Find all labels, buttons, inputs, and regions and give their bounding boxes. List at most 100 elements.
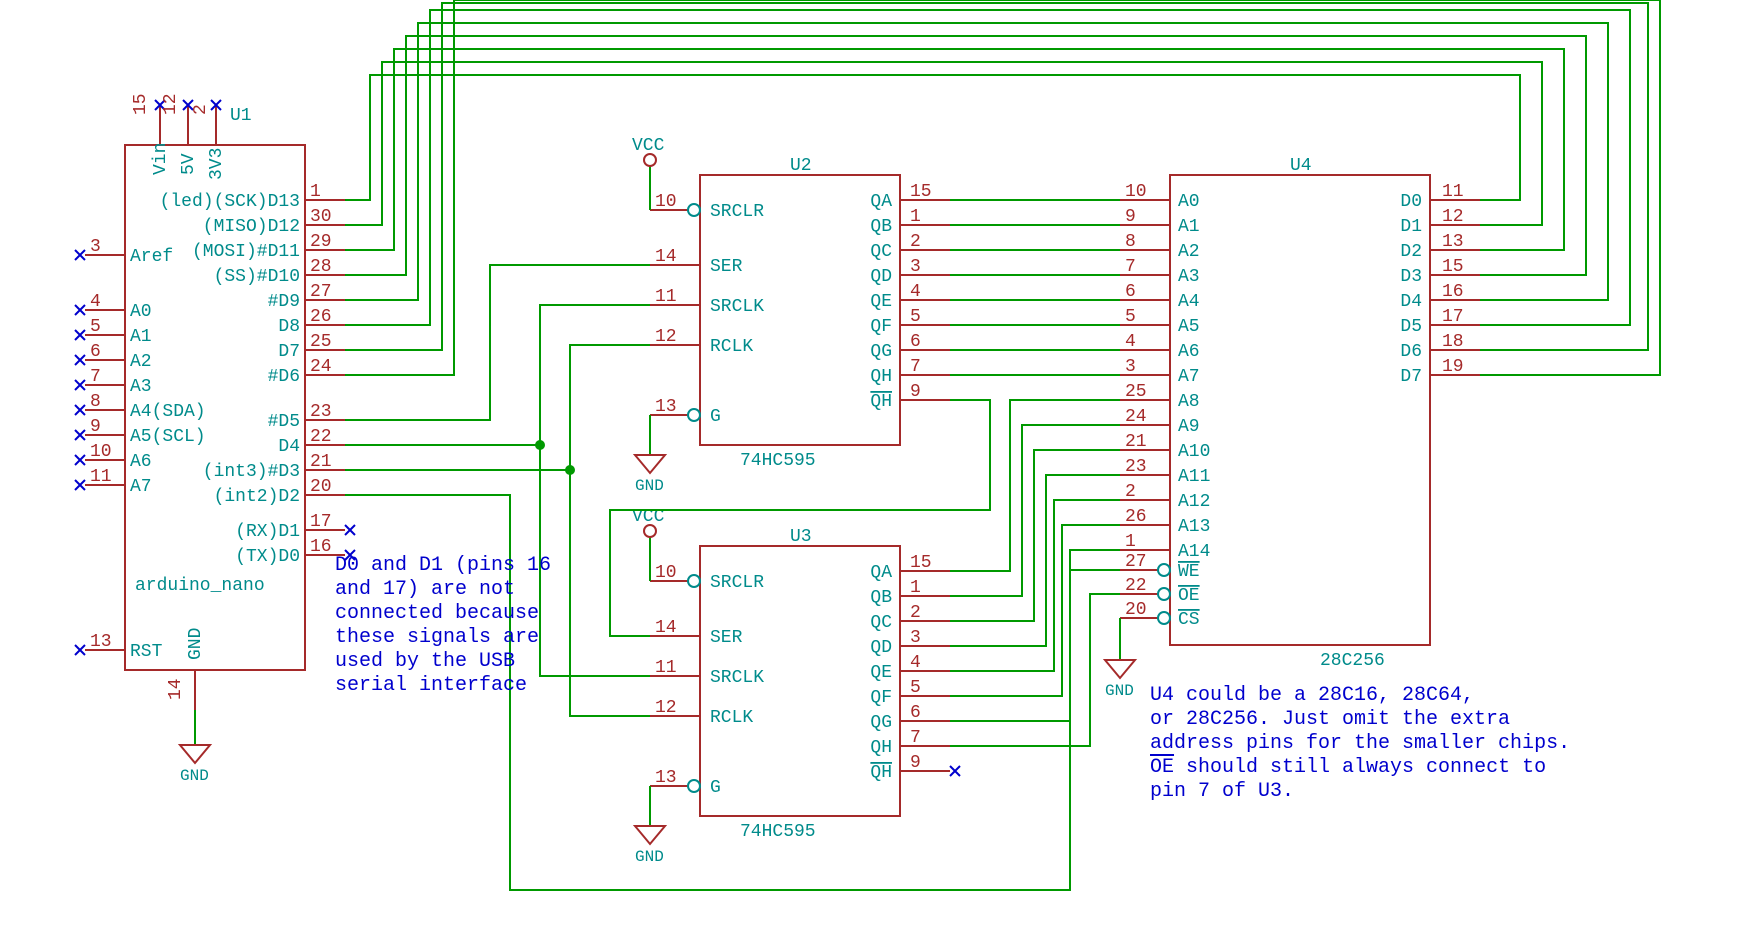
- svg-text:A2: A2: [130, 352, 152, 372]
- svg-text:29: 29: [310, 232, 332, 252]
- svg-text:A6: A6: [1178, 342, 1200, 362]
- svg-text:11: 11: [655, 658, 677, 678]
- svg-text:14: 14: [655, 247, 677, 267]
- svg-text:7: 7: [910, 728, 921, 748]
- svg-text:4: 4: [90, 292, 101, 312]
- svg-text:SRCLR: SRCLR: [710, 573, 764, 593]
- svg-text:D7: D7: [1400, 367, 1422, 387]
- svg-text:9: 9: [910, 382, 921, 402]
- svg-text:10: 10: [1125, 182, 1147, 202]
- svg-text:U4: U4: [1290, 156, 1312, 176]
- svg-text:QH: QH: [870, 763, 892, 783]
- svg-text:17: 17: [1442, 307, 1464, 327]
- svg-text:QH: QH: [870, 738, 892, 758]
- svg-text:CS: CS: [1178, 610, 1200, 630]
- svg-text:U1: U1: [230, 106, 252, 126]
- svg-text:15: 15: [131, 93, 151, 115]
- svg-text:22: 22: [1125, 576, 1147, 596]
- svg-text:15: 15: [910, 182, 932, 202]
- svg-text:25: 25: [1125, 382, 1147, 402]
- svg-text:3: 3: [910, 628, 921, 648]
- svg-text:6: 6: [910, 332, 921, 352]
- svg-text:and 17) are not: and 17) are not: [335, 578, 515, 601]
- svg-text:5: 5: [90, 317, 101, 337]
- svg-text:QD: QD: [870, 267, 892, 287]
- svg-text:A0: A0: [1178, 192, 1200, 212]
- svg-text:GND: GND: [186, 628, 206, 660]
- svg-text:2: 2: [191, 104, 211, 115]
- svg-text:D3: D3: [1400, 267, 1422, 287]
- svg-text:D0: D0: [1400, 192, 1422, 212]
- svg-text:17: 17: [310, 512, 332, 532]
- svg-text:#D6: #D6: [268, 367, 300, 387]
- svg-text:5: 5: [910, 307, 921, 327]
- svg-text:QC: QC: [870, 242, 892, 262]
- svg-text:these signals are: these signals are: [335, 626, 539, 649]
- svg-text:1: 1: [1125, 532, 1136, 552]
- svg-text:D7: D7: [278, 342, 300, 362]
- svg-text:D2: D2: [1400, 242, 1422, 262]
- svg-text:(int3)#D3: (int3)#D3: [203, 462, 300, 482]
- svg-text:A9: A9: [1178, 417, 1200, 437]
- svg-text:13: 13: [655, 397, 677, 417]
- svg-text:D8: D8: [278, 317, 300, 337]
- schematic-diagram: U1 arduino_nano 15 Vin 12 5V 2 3V3 3Aref…: [0, 0, 1744, 932]
- svg-text:WE: WE: [1178, 562, 1200, 582]
- svg-text:A8: A8: [1178, 392, 1200, 412]
- svg-text:7: 7: [90, 367, 101, 387]
- svg-text:QE: QE: [870, 663, 892, 683]
- svg-text:A1: A1: [130, 327, 152, 347]
- svg-text:A14: A14: [1178, 542, 1210, 562]
- svg-text:8: 8: [1125, 232, 1136, 252]
- svg-text:D5: D5: [1400, 317, 1422, 337]
- svg-text:D0 and D1 (pins 16: D0 and D1 (pins 16: [335, 554, 551, 577]
- svg-text:27: 27: [1125, 552, 1147, 572]
- svg-text:RST: RST: [130, 642, 163, 662]
- svg-text:A10: A10: [1178, 442, 1210, 462]
- svg-text:14: 14: [166, 678, 186, 700]
- svg-text:15: 15: [910, 553, 932, 573]
- svg-text:12: 12: [1442, 207, 1464, 227]
- svg-text:27: 27: [310, 282, 332, 302]
- svg-text:21: 21: [310, 452, 332, 472]
- svg-text:5V: 5V: [179, 153, 199, 175]
- svg-text:GND: GND: [180, 767, 209, 785]
- svg-text:A0: A0: [130, 302, 152, 322]
- svg-text:4: 4: [1125, 332, 1136, 352]
- svg-text:A4(SDA): A4(SDA): [130, 402, 206, 422]
- svg-text:7: 7: [910, 357, 921, 377]
- svg-text:A7: A7: [1178, 367, 1200, 387]
- svg-text:16: 16: [1442, 282, 1464, 302]
- note-d0-d1: D0 and D1 (pins 16and 17) are notconnect…: [335, 554, 551, 697]
- svg-text:A3: A3: [1178, 267, 1200, 287]
- svg-text:RCLK: RCLK: [710, 708, 753, 728]
- svg-text:QB: QB: [870, 588, 892, 608]
- svg-text:13: 13: [655, 768, 677, 788]
- svg-text:A3: A3: [130, 377, 152, 397]
- svg-text:GND: GND: [635, 848, 664, 866]
- svg-text:D4: D4: [278, 437, 300, 457]
- svg-text:74HC595: 74HC595: [740, 451, 816, 471]
- svg-text:23: 23: [310, 402, 332, 422]
- svg-text:or 28C256. Just omit the extra: or 28C256. Just omit the extra: [1150, 708, 1510, 731]
- svg-text:A7: A7: [130, 477, 152, 497]
- svg-text:4: 4: [910, 653, 921, 673]
- svg-text:3: 3: [910, 257, 921, 277]
- svg-text:arduino_nano: arduino_nano: [135, 576, 265, 596]
- svg-text:#D5: #D5: [268, 412, 300, 432]
- svg-text:U2: U2: [790, 156, 812, 176]
- svg-text:4: 4: [910, 282, 921, 302]
- svg-text:G: G: [710, 778, 721, 798]
- svg-text:14: 14: [655, 618, 677, 638]
- svg-text:6: 6: [90, 342, 101, 362]
- svg-text:9: 9: [90, 417, 101, 437]
- svg-text:QG: QG: [870, 342, 892, 362]
- svg-text:18: 18: [1442, 332, 1464, 352]
- svg-text:11: 11: [90, 467, 112, 487]
- svg-text:24: 24: [1125, 407, 1147, 427]
- svg-text:26: 26: [1125, 507, 1147, 527]
- svg-text:QA: QA: [870, 563, 892, 583]
- svg-text:1: 1: [310, 182, 321, 202]
- svg-text:(MISO)D12: (MISO)D12: [203, 217, 300, 237]
- svg-text:QG: QG: [870, 713, 892, 733]
